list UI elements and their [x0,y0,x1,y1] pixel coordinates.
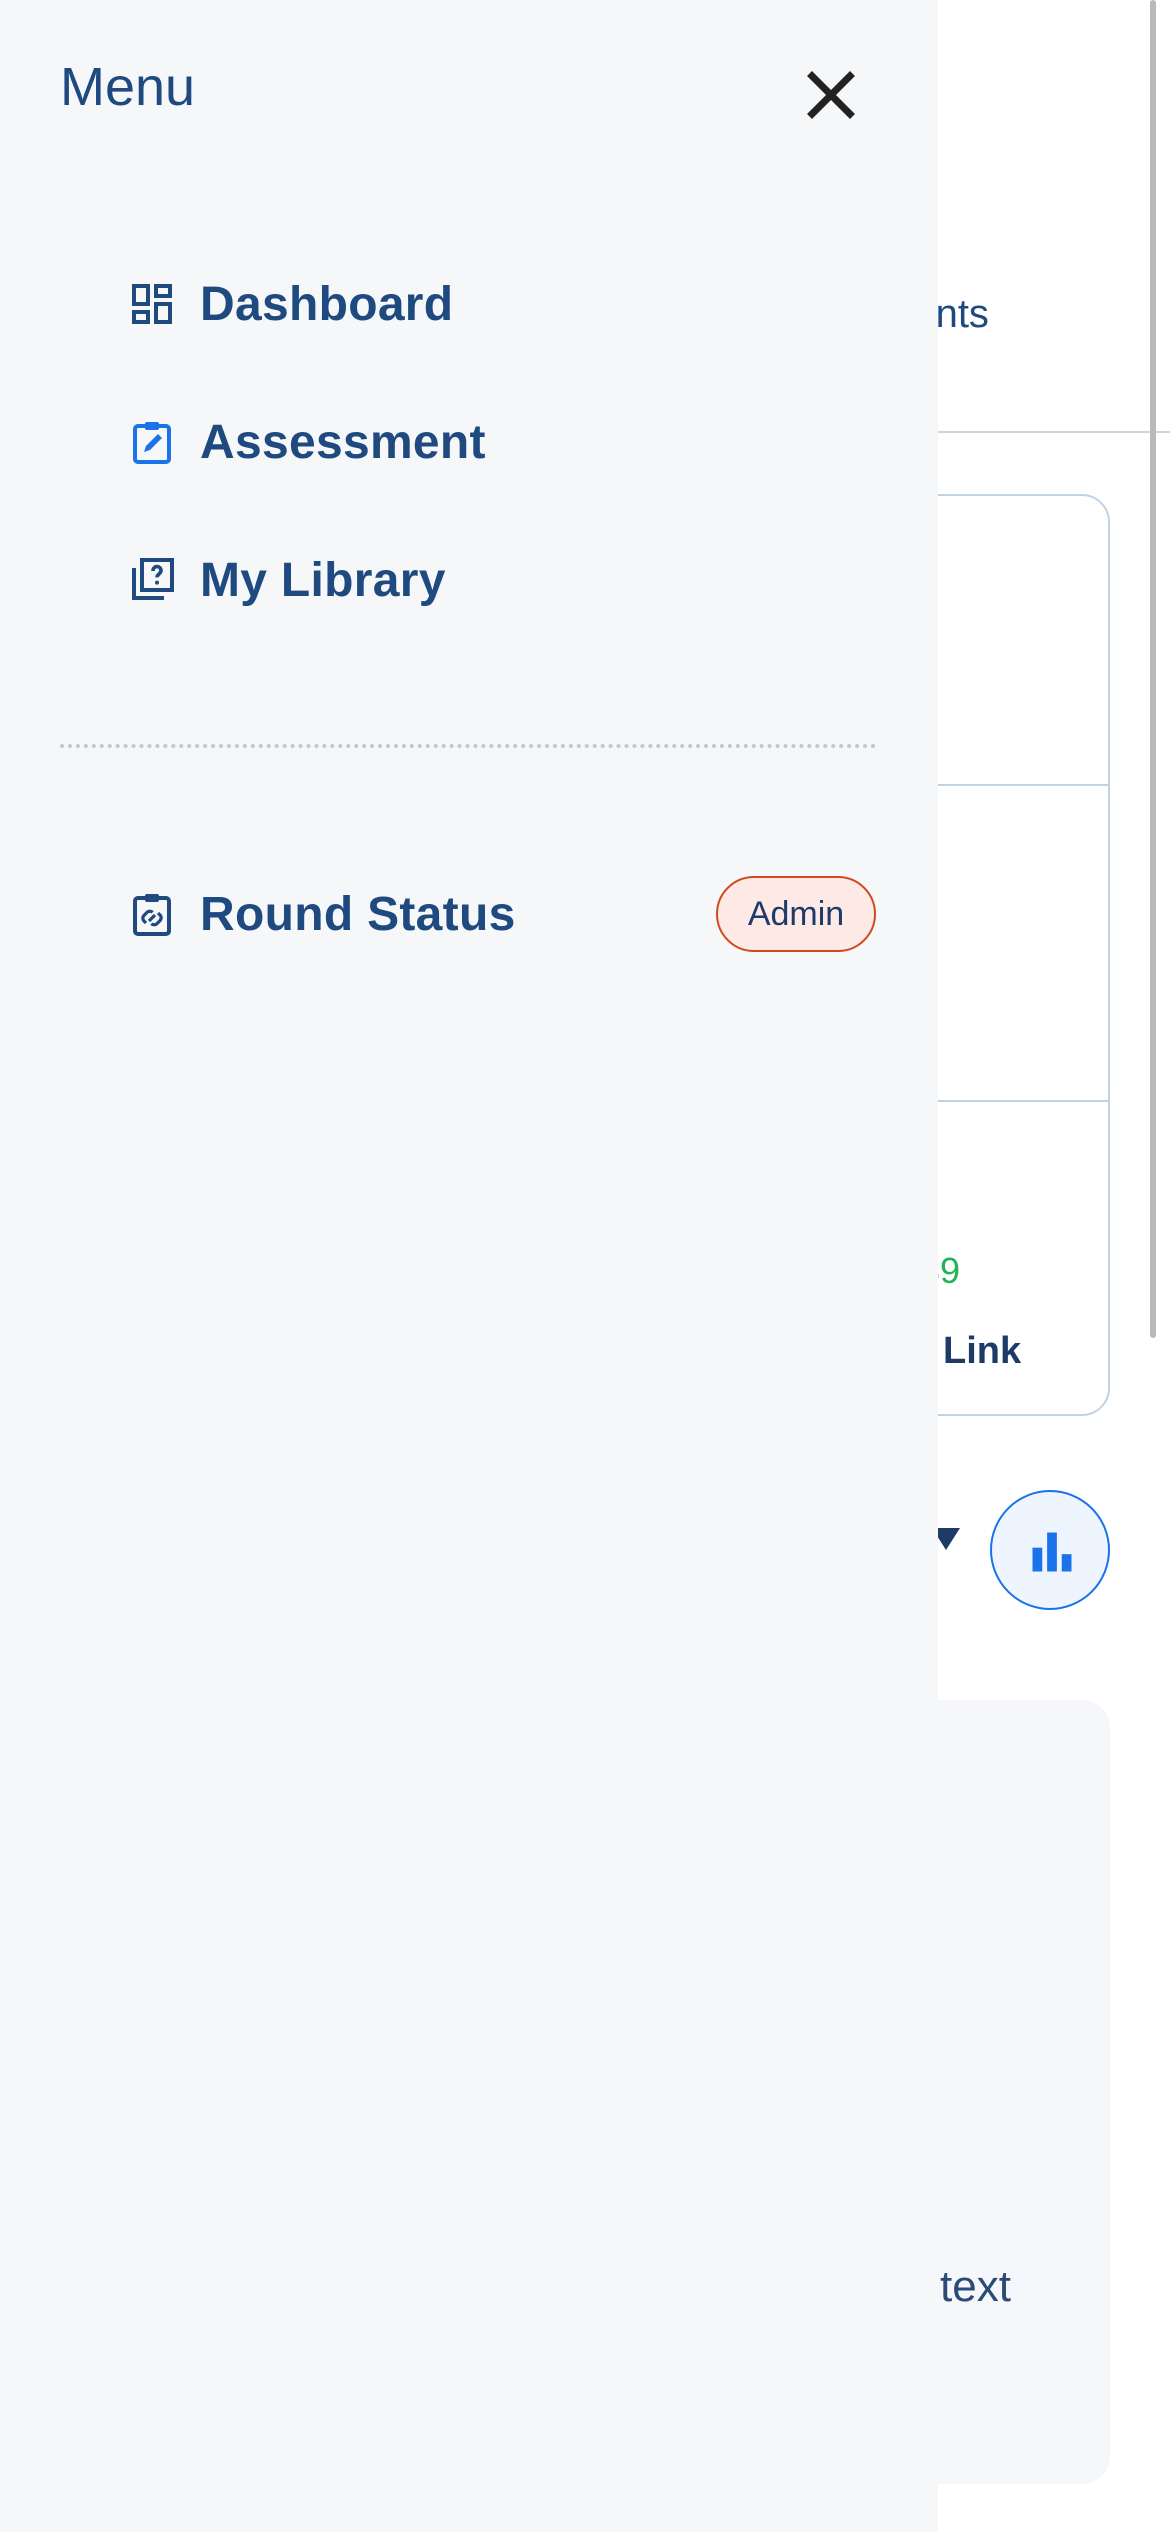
chart-button[interactable] [990,1490,1110,1610]
bar-chart-icon [1032,1532,1072,1572]
menu-item-label: Assessment [200,415,486,469]
panel-text-partial: text [940,2262,1011,2311]
library-question-icon [124,552,180,608]
dashboard-icon [124,276,180,332]
drawer-title: Menu [60,57,196,117]
menu-item-round-status[interactable]: Round Status [124,874,516,954]
clipboard-link-icon [124,886,180,942]
menu-item-label: My Library [200,553,446,607]
menu-divider [60,744,876,748]
menu-item-label: Round Status [200,887,516,941]
menu-item-assessment[interactable]: Assessment [124,402,486,482]
close-icon [807,71,855,119]
menu-item-my-library[interactable]: My Library [124,540,446,620]
close-button[interactable] [794,58,868,132]
side-drawer: Menu Dashboard Assessment My Library Rou… [0,0,938,2532]
menu-item-dashboard[interactable]: Dashboard [124,264,453,344]
clipboard-edit-icon [124,414,180,470]
link-partial[interactable]: Link [943,1330,1021,1373]
menu-item-label: Dashboard [200,277,454,331]
admin-badge: Admin [716,876,876,952]
scrollbar[interactable] [1150,0,1156,1338]
